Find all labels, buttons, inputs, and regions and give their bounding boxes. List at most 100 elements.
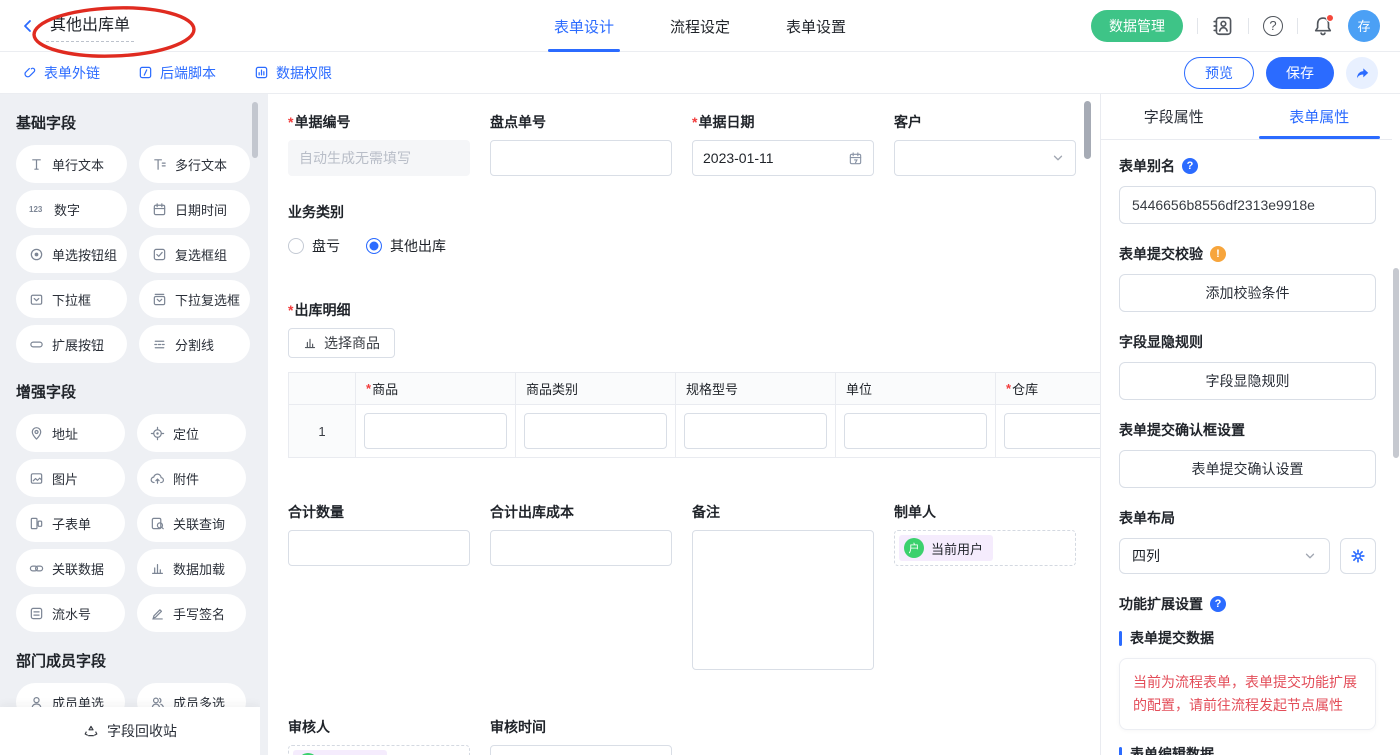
doc-date-input[interactable]: 2023-01-11 — [692, 140, 874, 176]
field-total-cost[interactable]: 合计出库成本 — [490, 502, 672, 566]
sidebar-scrollbar[interactable] — [252, 102, 258, 158]
radio-option-other-outbound[interactable]: 其他出库 — [366, 236, 446, 256]
palette-item-signature[interactable]: 手写签名 — [137, 594, 246, 632]
palette-item-divider-line[interactable]: 分割线 — [139, 325, 250, 363]
link-label: 表单外链 — [44, 63, 100, 83]
form-row-totals: 合计数量 合计出库成本 备注 制单人 户 当前用户 — [288, 502, 1078, 673]
field-audit-time[interactable]: 审核时间 2023-01-11 — [490, 717, 672, 755]
palette-item-location[interactable]: 定位 — [137, 414, 246, 452]
preview-button[interactable]: 预览 — [1184, 57, 1254, 89]
backend-script-link[interactable]: 后端脚本 — [138, 63, 216, 83]
field-label: 盘点单号 — [490, 112, 672, 132]
data-permission-link[interactable]: 数据权限 — [254, 63, 332, 83]
extension-label: 功能扩展设置 — [1119, 594, 1203, 614]
header-cell-unit: 单位 — [836, 373, 996, 404]
tab-field-properties[interactable]: 字段属性 — [1101, 94, 1247, 139]
total-cost-input[interactable] — [490, 530, 672, 566]
bar-chart-icon — [150, 561, 165, 576]
properties-tabs: 字段属性 表单属性 — [1101, 94, 1392, 140]
tab-form-setting[interactable]: 表单设置 — [786, 0, 846, 52]
spec-input[interactable] — [684, 413, 827, 449]
customer-select[interactable] — [894, 140, 1076, 176]
palette-item-dropdown[interactable]: 下拉框 — [16, 280, 127, 318]
category-input[interactable] — [524, 413, 667, 449]
palette-item-attachment[interactable]: 附件 — [137, 459, 246, 497]
user-avatar[interactable]: 存 — [1348, 10, 1380, 42]
form-external-link[interactable]: 表单外链 — [22, 63, 100, 83]
help-question-icon[interactable]: ? — [1182, 158, 1198, 174]
contacts-icon[interactable] — [1212, 15, 1234, 37]
chevron-down-icon — [1051, 151, 1065, 165]
share-button[interactable] — [1346, 57, 1378, 89]
field-outbound-detail[interactable]: *出库明细 选择商品 *商品 商品类别 规格型号 单位 *仓库 1 — [288, 300, 1078, 458]
canvas-scrollbar[interactable] — [1084, 101, 1091, 159]
help-icon[interactable]: ? — [1263, 16, 1283, 36]
enhanced-fields-grid: 地址 定位 图片 附件 子表单 — [16, 414, 246, 632]
form-alias-input[interactable] — [1119, 186, 1376, 224]
audit-time-input[interactable]: 2023-01-11 — [490, 745, 672, 755]
palette-item-address[interactable]: 地址 — [16, 414, 125, 452]
submit-data-title: 表单提交数据 — [1130, 628, 1214, 648]
creator-value-box[interactable]: 户 当前用户 — [894, 530, 1076, 566]
doc-no-input: 自动生成无需填写 — [288, 140, 470, 176]
auditor-value-box[interactable]: 户 当前用户 — [288, 745, 470, 755]
layout-settings-button[interactable] — [1340, 538, 1376, 574]
field-creator[interactable]: 制单人 户 当前用户 — [894, 502, 1076, 566]
subform-icon — [29, 516, 44, 531]
add-validation-button[interactable]: 添加校验条件 — [1119, 274, 1376, 312]
remark-textarea[interactable] — [692, 530, 874, 670]
data-manage-button[interactable]: 数据管理 — [1091, 10, 1183, 42]
field-doc-date[interactable]: *单据日期 2023-01-11 — [692, 112, 874, 176]
palette-item-radio-group[interactable]: 单选按钮组 — [16, 235, 127, 273]
field-visibility-section: 字段显隐规则 字段显隐规则 — [1119, 332, 1376, 400]
tab-form-properties[interactable]: 表单属性 — [1247, 94, 1393, 139]
field-check-no[interactable]: 盘点单号 — [490, 112, 672, 176]
layout-select[interactable]: 四列 — [1119, 538, 1330, 574]
radio-option-pankui[interactable]: 盘亏 — [288, 236, 340, 256]
palette-item-extend-button[interactable]: 扩展按钮 — [16, 325, 127, 363]
script-icon — [138, 65, 153, 80]
check-no-input[interactable] — [490, 140, 672, 176]
palette-item-multi-line-text[interactable]: 多行文本 — [139, 145, 250, 183]
field-auditor[interactable]: 审核人 户 当前用户 — [288, 717, 470, 755]
palette-item-number[interactable]: 123 数字 — [16, 190, 127, 228]
bar-chart-icon — [303, 336, 317, 350]
palette-item-checkbox-group[interactable]: 复选框组 — [139, 235, 250, 273]
palette-item-subform[interactable]: 子表单 — [16, 504, 125, 542]
palette-item-single-line-text[interactable]: 单行文本 — [16, 145, 127, 183]
product-input[interactable] — [364, 413, 507, 449]
row-index-cell: 1 — [289, 405, 356, 457]
field-doc-no[interactable]: *单据编号 自动生成无需填写 — [288, 112, 470, 176]
palette-item-multi-dropdown[interactable]: 下拉复选框 — [139, 280, 250, 318]
back-icon[interactable] — [20, 18, 36, 34]
field-customer[interactable]: 客户 — [894, 112, 1076, 176]
choose-product-button[interactable]: 选择商品 — [288, 328, 395, 358]
tab-form-design[interactable]: 表单设计 — [554, 0, 614, 52]
field-remark[interactable]: 备注 — [692, 502, 874, 673]
warehouse-input[interactable] — [1004, 413, 1100, 449]
save-button[interactable]: 保存 — [1266, 57, 1334, 89]
locate-target-icon — [150, 426, 165, 441]
tab-flow-setting[interactable]: 流程设定 — [670, 0, 730, 52]
palette-item-datetime[interactable]: 日期时间 — [139, 190, 250, 228]
cell-product — [356, 405, 516, 457]
palette-item-data-load[interactable]: 数据加载 — [137, 549, 246, 587]
field-label: 制单人 — [894, 502, 1076, 522]
palette-item-serial-number[interactable]: 流水号 — [16, 594, 125, 632]
field-label: 备注 — [692, 502, 874, 522]
page-scrollbar-thumb[interactable] — [1393, 268, 1399, 458]
visibility-rules-button[interactable]: 字段显隐规则 — [1119, 362, 1376, 400]
unit-input[interactable] — [844, 413, 987, 449]
chain-link-icon — [29, 561, 44, 576]
field-total-qty[interactable]: 合计数量 — [288, 502, 470, 566]
help-question-icon[interactable]: ? — [1210, 596, 1226, 612]
palette-item-image[interactable]: 图片 — [16, 459, 125, 497]
palette-item-linked-data[interactable]: 关联数据 — [16, 549, 125, 587]
palette-item-linked-query[interactable]: 关联查询 — [137, 504, 246, 542]
page-title[interactable]: 其他出库单 — [46, 9, 134, 42]
notification-bell-icon[interactable] — [1312, 15, 1334, 37]
total-qty-input[interactable] — [288, 530, 470, 566]
field-recycle-bin[interactable]: 字段回收站 — [0, 707, 260, 755]
submit-confirm-button[interactable]: 表单提交确认设置 — [1119, 450, 1376, 488]
field-biz-type[interactable]: 业务类别 盘亏 其他出库 — [288, 202, 1078, 256]
